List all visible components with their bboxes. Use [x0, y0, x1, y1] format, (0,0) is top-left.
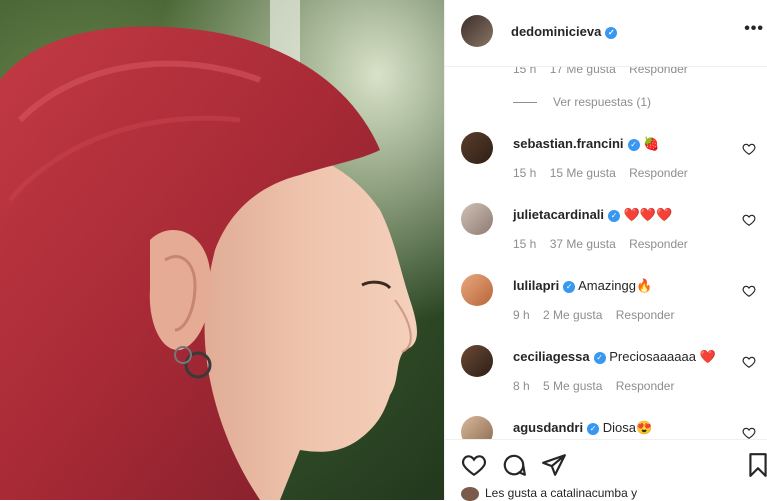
like-comment-heart-icon[interactable]: [742, 355, 756, 369]
comment-likes[interactable]: 2 Me gusta: [543, 308, 602, 322]
comments-panel: dedominicieva ✓ ••• 15 h 17 Me gusta Resp…: [444, 0, 767, 501]
previous-comment-meta: 15 h 17 Me gusta Responder: [513, 66, 698, 76]
comment-meta: 9 h 2 Me gusta Responder: [513, 308, 684, 322]
reply-button[interactable]: Responder: [629, 66, 688, 76]
post-header: dedominicieva ✓ •••: [445, 0, 767, 67]
reply-button[interactable]: Responder: [616, 379, 675, 393]
comment-meta: 8 h 5 Me gusta Responder: [513, 379, 684, 393]
comment-time: 15 h: [513, 166, 537, 180]
like-comment-heart-icon[interactable]: [742, 142, 756, 156]
post-photo[interactable]: [0, 0, 444, 500]
comment-text: sebastian.francini ✓ 🍓: [513, 136, 659, 152]
comment-time: 15 h: [513, 66, 537, 76]
commenter-avatar[interactable]: [461, 416, 493, 439]
divider-line: [513, 102, 537, 104]
comment-likes[interactable]: 15 Me gusta: [550, 166, 616, 180]
commenter-avatar[interactable]: [461, 345, 493, 377]
like-comment-heart-icon[interactable]: [742, 284, 756, 298]
author-avatar[interactable]: [461, 15, 493, 47]
comment-body: 🍓: [643, 136, 660, 151]
reply-button[interactable]: Responder: [629, 166, 688, 180]
reply-button[interactable]: Responder: [629, 237, 688, 251]
commenter-avatar[interactable]: [461, 203, 493, 235]
comment-text: agusdandri ✓ Diosa😍: [513, 420, 652, 436]
verified-icon: ✓: [587, 423, 600, 435]
commenter-avatar[interactable]: [461, 132, 493, 164]
verified-icon: ✓: [627, 139, 640, 151]
more-icon[interactable]: •••: [744, 20, 764, 38]
comment-meta: 15 h 15 Me gusta Responder: [513, 166, 698, 180]
verified-icon: ✓: [593, 352, 606, 364]
comment-item: ceciliagessa ✓ Preciosaaaaaa ❤️ 8 h 5 Me …: [445, 345, 767, 415]
likes-text[interactable]: Les gusta a catalinacumba y: [485, 486, 637, 500]
commenter-username[interactable]: lulilapri: [513, 278, 559, 293]
comment-text: lulilapri ✓ Amazingg🔥: [513, 278, 652, 294]
view-replies-button[interactable]: Ver respuestas (1): [513, 95, 651, 109]
comment-icon[interactable]: [501, 452, 527, 478]
comment-item: agusdandri ✓ Diosa😍: [445, 416, 767, 439]
author-username-row[interactable]: dedominicieva ✓: [511, 24, 618, 39]
bookmark-icon[interactable]: [745, 452, 767, 478]
comment-body: Preciosaaaaaa ❤️: [609, 349, 716, 364]
share-icon[interactable]: [541, 452, 567, 478]
like-comment-heart-icon[interactable]: [742, 426, 756, 439]
post-actions-bar: Les gusta a catalinacumba y: [445, 439, 767, 501]
comment-body: Amazingg🔥: [578, 278, 653, 293]
comment-text: ceciliagessa ✓ Preciosaaaaaa ❤️: [513, 349, 716, 365]
comment-time: 15 h: [513, 237, 537, 251]
comment-item: julietacardinali ✓ ❤️❤️❤️ 15 h 37 Me gust…: [445, 203, 767, 273]
portrait-image: [0, 0, 444, 500]
view-replies-label[interactable]: Ver respuestas (1): [553, 95, 651, 109]
heart-icon[interactable]: [461, 452, 487, 478]
commenter-username[interactable]: julietacardinali: [513, 207, 604, 222]
comment-item: sebastian.francini ✓ 🍓 15 h 15 Me gusta R…: [445, 132, 767, 202]
verified-icon: ✓: [605, 27, 618, 39]
comment-list[interactable]: 15 h 17 Me gusta Responder Ver respuesta…: [445, 66, 767, 439]
commenter-username[interactable]: sebastian.francini: [513, 136, 624, 151]
like-comment-heart-icon[interactable]: [742, 213, 756, 227]
comment-likes[interactable]: 37 Me gusta: [550, 237, 616, 251]
likes-summary[interactable]: Les gusta a catalinacumba y: [461, 486, 637, 501]
commenter-username[interactable]: ceciliagessa: [513, 349, 590, 364]
commenter-avatar[interactable]: [461, 274, 493, 306]
liker-avatar: [461, 486, 479, 501]
comment-likes[interactable]: 17 Me gusta: [550, 66, 616, 76]
comment-body: Diosa😍: [602, 420, 653, 435]
commenter-username[interactable]: agusdandri: [513, 420, 583, 435]
comment-time: 9 h: [513, 308, 530, 322]
comment-meta: 15 h 37 Me gusta Responder: [513, 237, 698, 251]
verified-icon: ✓: [608, 210, 621, 222]
comment-time: 8 h: [513, 379, 530, 393]
verified-icon: ✓: [563, 281, 576, 293]
reply-button[interactable]: Responder: [616, 308, 675, 322]
comment-body: ❤️❤️❤️: [623, 207, 673, 222]
author-username[interactable]: dedominicieva: [511, 24, 601, 39]
comment-likes[interactable]: 5 Me gusta: [543, 379, 602, 393]
comment-text: julietacardinali ✓ ❤️❤️❤️: [513, 207, 672, 223]
comment-item: lulilapri ✓ Amazingg🔥 9 h 2 Me gusta Resp…: [445, 274, 767, 344]
